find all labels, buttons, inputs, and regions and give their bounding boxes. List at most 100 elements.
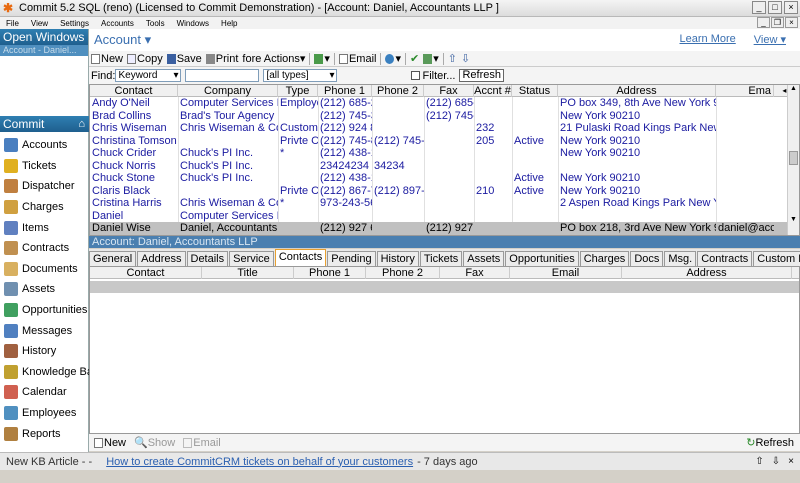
menu-help[interactable]: Help (215, 19, 243, 28)
view-menu[interactable]: View ▾ (754, 33, 786, 46)
move-up-button[interactable]: ⇧ (446, 52, 459, 65)
link-button[interactable]: ▾ (312, 52, 332, 65)
learn-more-link[interactable]: Learn More (680, 33, 736, 46)
refresh-button[interactable]: Refresh (459, 69, 505, 82)
column-header-accnt[interactable]: Accnt # (474, 85, 512, 97)
contacts-column-fax[interactable]: Fax (440, 267, 510, 279)
tab-opportunities[interactable]: Opportunities (505, 251, 579, 266)
nav-item-knowledge-base[interactable]: Knowledge Bas (0, 362, 89, 383)
menu-accounts[interactable]: Accounts (95, 19, 140, 28)
kb-article-link[interactable]: How to create CommitCRM tickets on behal… (106, 456, 413, 468)
tab-assets[interactable]: Assets (463, 251, 505, 266)
contacts-refresh-button[interactable]: ↻ Refresh (744, 436, 796, 450)
print-button[interactable]: Print (204, 53, 241, 65)
table-row[interactable]: Daniel Computer Services Inc (90, 210, 799, 223)
home-icon[interactable]: ⌂ (78, 116, 85, 132)
open-window-item[interactable]: Account - Daniel... (0, 45, 88, 56)
copy-button[interactable]: Copy (125, 53, 165, 65)
tab-msg[interactable]: Msg. (664, 251, 697, 266)
scroll-up-arrow[interactable]: ▲ (788, 85, 799, 96)
column-header-status[interactable]: Status (512, 85, 558, 97)
nav-item-items[interactable]: Items (0, 217, 89, 238)
mdi-minimize-button[interactable]: _ (757, 17, 770, 28)
column-header-contact[interactable]: Contact (90, 85, 178, 97)
column-header-type[interactable]: Type (278, 85, 318, 97)
tab-details[interactable]: Details (186, 251, 229, 266)
table-row[interactable]: Chuck Crider Chuck's PI Inc. * (212) 438-1 N… (90, 147, 799, 160)
move-down-button[interactable]: ⇩ (459, 52, 472, 65)
nav-item-charges[interactable]: Charges (0, 197, 89, 218)
column-header-fax[interactable]: Fax (424, 85, 474, 97)
attach-button[interactable]: ▾ (421, 52, 441, 65)
web-button[interactable]: ▾ (383, 52, 403, 65)
minimize-button[interactable]: _ (752, 1, 766, 14)
table-row[interactable]: Christina Tomson Privte Cu(212) 745-8(212… (90, 135, 799, 148)
table-row[interactable]: Claris Black Privte Cu(212) 867-7(212) 89… (90, 185, 799, 198)
tab-general[interactable]: General (89, 251, 137, 266)
tab-tickets[interactable]: Tickets (419, 251, 463, 266)
menu-tools[interactable]: Tools (140, 19, 171, 28)
contacts-column-phone1[interactable]: Phone 1 (294, 267, 366, 279)
contacts-email-button[interactable]: Email (181, 437, 223, 449)
maximize-button[interactable]: □ (768, 1, 782, 14)
tab-contacts[interactable]: Contacts (274, 249, 327, 266)
column-header-company[interactable]: Company (178, 85, 278, 97)
page-title[interactable]: Account ▾ (94, 32, 151, 48)
tab-contracts[interactable]: Contracts (697, 251, 753, 266)
tab-service[interactable]: Service (229, 251, 274, 266)
column-header-phone1[interactable]: Phone 1 (318, 85, 372, 97)
save-button[interactable]: Save (165, 53, 204, 65)
new-button[interactable]: New (89, 53, 125, 65)
table-row[interactable]: Chris Wiseman Chris Wiseman & Co,Custome(… (90, 122, 799, 135)
tab-charges[interactable]: Charges (579, 251, 630, 266)
nav-item-contracts[interactable]: Contracts (0, 238, 89, 259)
kb-next-icon[interactable]: ⇩ (772, 456, 780, 467)
check-button[interactable]: ✔ (408, 52, 421, 65)
scroll-down-arrow[interactable]: ▼ (788, 216, 799, 223)
vertical-scrollbar[interactable]: ▲ ▼ (787, 85, 799, 235)
close-button[interactable]: × (784, 1, 798, 14)
menu-view[interactable]: View (25, 19, 54, 28)
menu-settings[interactable]: Settings (54, 19, 95, 28)
kb-close-icon[interactable]: × (788, 456, 794, 467)
table-row[interactable]: Daniel Wise Daniel, Accountants LL (212) 9… (90, 222, 799, 235)
more-actions-button[interactable]: fore Actions ▾ (240, 52, 307, 66)
column-header-email[interactable]: Ema (716, 85, 774, 97)
nav-item-reports[interactable]: Reports (0, 423, 89, 444)
scroll-thumb[interactable] (789, 151, 798, 165)
nav-item-dispatcher[interactable]: Dispatcher (0, 176, 89, 197)
mdi-close-button[interactable]: × (785, 17, 798, 28)
contacts-column-title[interactable]: Title (202, 267, 294, 279)
column-header-address[interactable]: Address (558, 85, 716, 97)
table-row[interactable]: Cristina Harris Chris Wiseman & Co, * 973-2… (90, 197, 799, 210)
nav-item-employees[interactable]: Employees (0, 403, 89, 424)
nav-item-documents[interactable]: Documents (0, 259, 89, 280)
menu-windows[interactable]: Windows (171, 19, 215, 28)
contacts-show-button[interactable]: 🔍 Show (132, 436, 177, 450)
tab-address[interactable]: Address (137, 251, 186, 266)
tab-history[interactable]: History (376, 251, 419, 266)
contacts-column-email[interactable]: Email (510, 267, 622, 279)
nav-item-calendar[interactable]: Calendar (0, 382, 89, 403)
column-header-phone2[interactable]: Phone 2 (372, 85, 424, 97)
find-text-input[interactable] (185, 69, 260, 82)
nav-item-assets[interactable]: Assets (0, 279, 89, 300)
tab-docs[interactable]: Docs (630, 251, 664, 266)
filter-checkbox[interactable]: Filter... (411, 70, 455, 82)
nav-item-history[interactable]: History (0, 341, 89, 362)
contacts-new-button[interactable]: New (92, 437, 128, 449)
table-row[interactable]: Chuck Norris Chuck's PI Inc. 23424234 34234 (90, 160, 799, 173)
nav-item-opportunities[interactable]: Opportunities (0, 300, 89, 321)
kb-prev-icon[interactable]: ⇧ (755, 456, 763, 467)
tab-custom-pricing[interactable]: Custom Pricing (753, 251, 800, 266)
find-field-select[interactable]: Keyword ▾ (115, 69, 182, 82)
table-row[interactable]: Chuck Stone Chuck's PI Inc. (212) 438-1 Act… (90, 172, 799, 185)
contacts-column-address[interactable]: Address (622, 267, 792, 279)
tab-pending[interactable]: Pending (327, 251, 376, 266)
nav-item-messages[interactable]: Messages (0, 320, 89, 341)
contacts-column-contact[interactable]: Contact (90, 267, 202, 279)
table-row[interactable]: Andy O'NeilComputer Services IncEmploye(… (90, 97, 799, 110)
contacts-column-phone2[interactable]: Phone 2 (366, 267, 440, 279)
mdi-restore-button[interactable]: ❐ (771, 17, 784, 28)
email-button[interactable]: Email (337, 53, 379, 65)
